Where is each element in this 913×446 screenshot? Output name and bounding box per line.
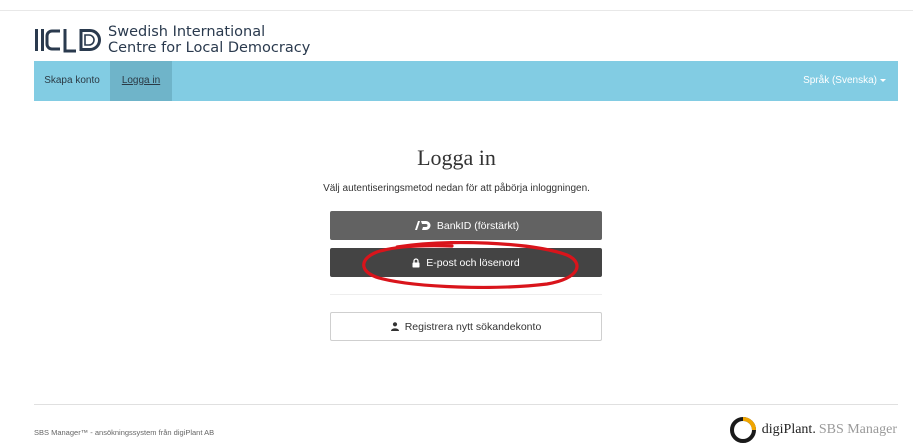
footer-rule (34, 404, 898, 405)
divider (330, 294, 602, 295)
footer-text: SBS Manager™ - ansökningssystem från dig… (34, 428, 215, 437)
site-header: Swedish International Centre for Local D… (34, 22, 310, 58)
register-account-button[interactable]: Registrera nytt sökandekonto (330, 312, 602, 341)
bankid-icon (413, 220, 431, 231)
red-ellipse-annotation (362, 241, 579, 289)
top-rule (0, 10, 913, 11)
brand-sub: SBS Manager (818, 422, 897, 437)
org-name-line2: Centre for Local Democracy (108, 40, 311, 56)
page-subtitle: Välj autentiseringsmetod nedan för att p… (323, 183, 590, 194)
navbar: Skapa konto Logga in Språk (Svenska) (34, 61, 898, 101)
brand-name: digiPlant. (761, 422, 816, 437)
page-title: Logga in (417, 145, 496, 170)
icld-logo-icon[interactable] (34, 25, 102, 55)
digiplant-brand[interactable]: digiPlant. SBS Manager (729, 417, 897, 443)
nav-login[interactable]: Logga in (110, 61, 172, 101)
bankid-label: BankID (förstärkt) (436, 219, 520, 232)
register-label: Registrera nytt sökandekonto (404, 320, 542, 333)
org-name-line1: Swedish International (108, 24, 266, 40)
bankid-login-button[interactable]: BankID (förstärkt) (330, 211, 602, 240)
digiplant-logo-icon (729, 417, 756, 443)
nav-create-account[interactable]: Skapa konto (34, 61, 110, 101)
user-icon (390, 322, 399, 331)
language-dropdown[interactable]: Språk (Svenska) (803, 61, 886, 101)
language-label: Språk (Svenska) (803, 75, 877, 86)
caret-down-icon (880, 78, 886, 82)
org-name: Swedish International Centre for Local D… (108, 24, 310, 56)
